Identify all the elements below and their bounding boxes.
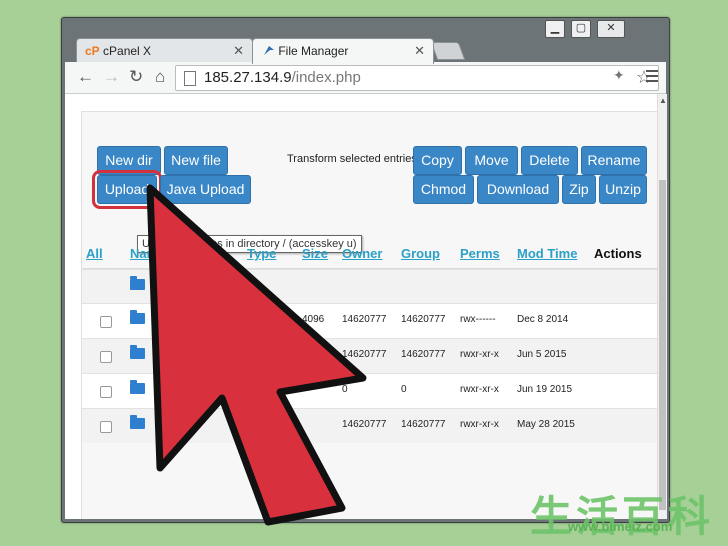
watermark-logo: 生活百科 [530, 493, 715, 540]
watermark-url: www.bimeiz.com [568, 519, 673, 534]
tab-file-manager[interactable]: File Manager ✕ [252, 38, 434, 64]
file-manager-logo-icon [264, 46, 274, 55]
tab-file-manager-label: File Manager [278, 44, 349, 58]
pointer-arrow-icon [146, 184, 367, 526]
close-tab-icon[interactable]: ✕ [414, 39, 425, 63]
